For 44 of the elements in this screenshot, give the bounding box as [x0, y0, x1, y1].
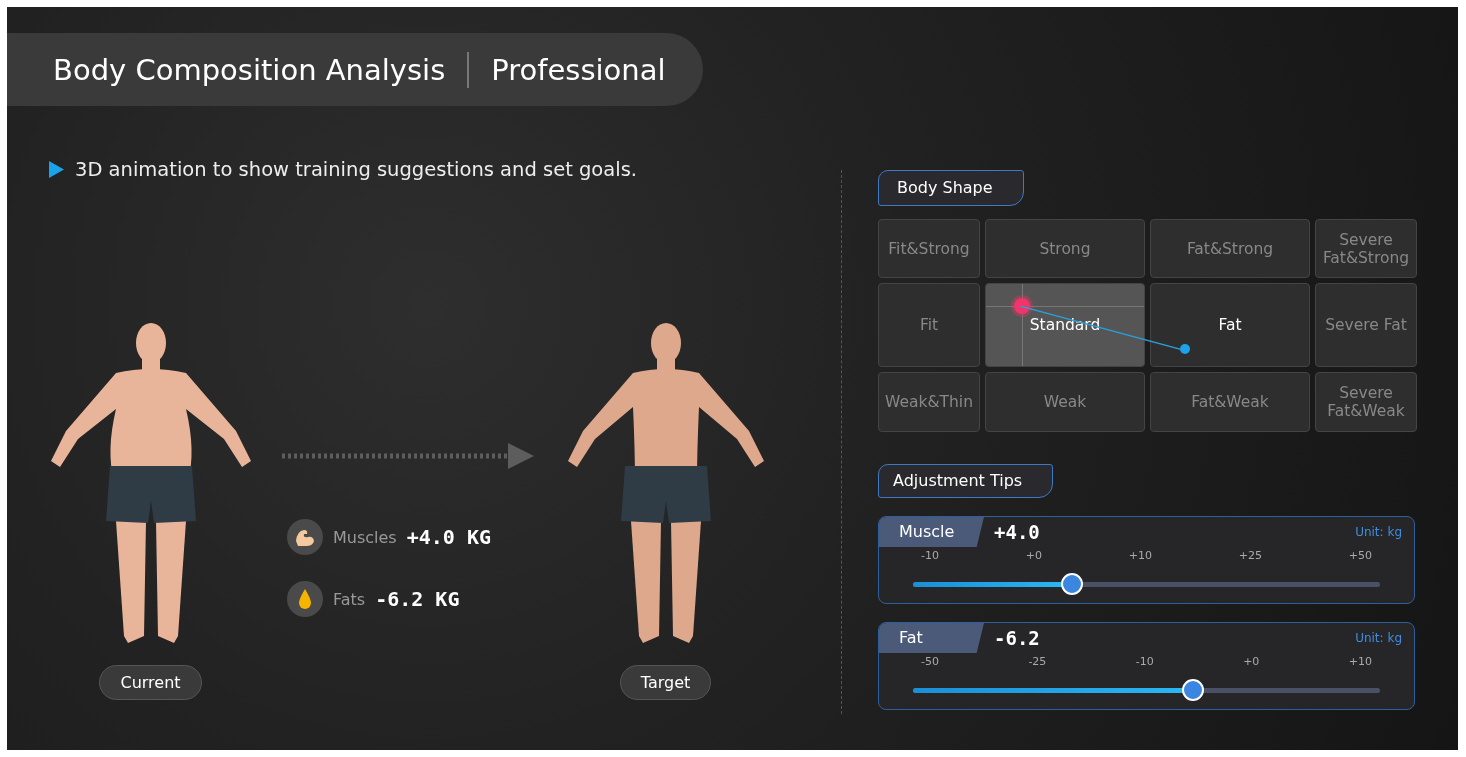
slider-value: -6.2: [994, 627, 1040, 649]
change-label: Muscles: [333, 527, 397, 547]
body-shape-cell[interactable]: Severe Fat&Weak: [1315, 372, 1417, 432]
body-shape-cell[interactable]: Fat&Weak: [1150, 372, 1310, 432]
slider-thumb[interactable]: [1182, 679, 1205, 701]
target-marker-dot: [1180, 344, 1190, 354]
body-shape-cell[interactable]: Strong: [985, 219, 1145, 278]
body-shape-cell[interactable]: Fit&Strong: [878, 219, 980, 278]
unit-label: Unit: kg: [1355, 631, 1402, 645]
body-shape-cell[interactable]: Severe Fat: [1315, 283, 1417, 367]
edition-label: Professional: [491, 52, 666, 87]
intro-text: 3D animation to show training suggestions and set goals.: [75, 158, 637, 181]
figure-label-button[interactable]: Target: [619, 665, 712, 700]
change-value: +4.0 KG: [406, 525, 491, 549]
current-marker-dot: [1014, 298, 1030, 314]
body-shape-cell[interactable]: Severe Fat&Strong: [1315, 219, 1417, 278]
tick-label: +50: [1348, 549, 1372, 562]
tick-label: +25: [1238, 549, 1262, 562]
tick-label: -10: [1135, 655, 1154, 668]
body-shape-cell[interactable]: Fat: [1150, 283, 1310, 367]
body-shape-cell[interactable]: Standard: [985, 283, 1145, 367]
change-label: Fats: [333, 589, 366, 609]
slider-name: Fat: [879, 623, 984, 653]
tick-label: +0: [1243, 655, 1260, 668]
tick-label: -50: [921, 655, 939, 668]
slider-value: +4.0: [994, 521, 1040, 543]
body-shape-cell[interactable]: Fit: [878, 283, 980, 367]
droplet-icon: [287, 581, 323, 617]
unit-label: Unit: kg: [1355, 525, 1402, 539]
tick-label: -25: [1028, 655, 1047, 668]
figure-label-button[interactable]: Current: [99, 665, 202, 700]
app-title: Body Composition Analysis: [53, 52, 446, 87]
tick-label: -10: [921, 549, 939, 562]
body-shape-cell[interactable]: Fat&Strong: [1150, 219, 1310, 278]
flexed-arm-icon: [287, 519, 323, 555]
play-icon: [49, 161, 64, 178]
change-value: -6.2 KG: [375, 587, 460, 611]
tick-label: +10: [1128, 549, 1152, 562]
tick-label: +10: [1348, 655, 1372, 668]
slider-name: Muscle: [879, 517, 984, 547]
body-shape-cell[interactable]: Weak&Thin: [878, 372, 980, 432]
body-shape-cell[interactable]: Weak: [985, 372, 1145, 432]
slider-thumb[interactable]: [1060, 573, 1083, 595]
tick-label: +0: [1025, 549, 1042, 562]
